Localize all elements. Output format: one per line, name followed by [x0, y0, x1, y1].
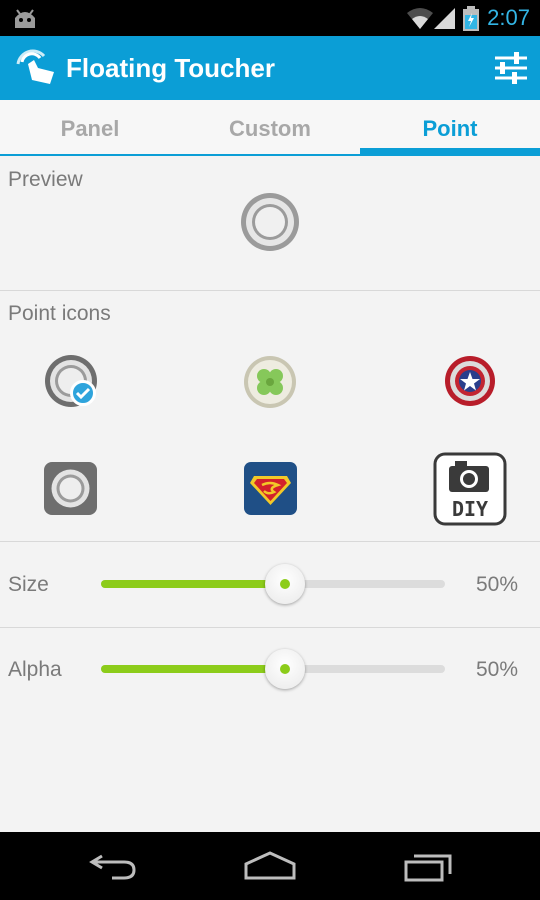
app-title: Floating Toucher	[66, 53, 275, 83]
divider	[0, 290, 540, 291]
wifi-icon	[407, 8, 433, 29]
shield-icon[interactable]	[444, 355, 496, 407]
clover-icon[interactable]	[243, 355, 297, 409]
diy-camera-icon[interactable]: DIY	[433, 452, 507, 526]
navigation-bar	[0, 832, 540, 900]
action-bar: Floating Toucher	[0, 36, 540, 100]
tab-point[interactable]: Point	[360, 100, 540, 154]
back-icon[interactable]	[88, 850, 138, 880]
point-preview-icon	[241, 193, 299, 251]
preview-label: Preview	[8, 168, 83, 191]
signal-icon	[434, 8, 455, 29]
sliders-settings-icon[interactable]	[492, 49, 530, 87]
status-clock: 2:07	[487, 5, 530, 30]
divider	[0, 541, 540, 542]
alpha-slider-thumb[interactable]	[265, 649, 305, 689]
home-icon[interactable]	[243, 850, 297, 880]
point-icons-label: Point icons	[8, 302, 111, 325]
selected-check-icon	[70, 380, 96, 406]
tab-custom[interactable]: Custom	[180, 100, 360, 154]
status-bar: 2:07	[0, 0, 540, 36]
touch-hand-icon	[16, 49, 54, 84]
alpha-slider-fill	[101, 665, 273, 673]
gray-square-ring-icon[interactable]	[44, 462, 97, 515]
alpha-value: 50%	[475, 658, 518, 681]
tab-panel[interactable]: Panel	[0, 100, 180, 154]
size-label: Size	[8, 573, 49, 596]
android-icon	[15, 9, 35, 28]
battery-icon	[463, 6, 479, 31]
tab-indicator	[360, 148, 540, 156]
size-slider-fill	[101, 580, 273, 588]
recent-apps-icon[interactable]	[404, 852, 454, 882]
size-slider-thumb[interactable]	[265, 564, 305, 604]
alpha-label: Alpha	[8, 658, 62, 681]
superman-logo-icon[interactable]	[244, 462, 297, 515]
divider	[0, 627, 540, 628]
diy-label: DIY	[452, 497, 488, 521]
size-value: 50%	[475, 573, 518, 596]
